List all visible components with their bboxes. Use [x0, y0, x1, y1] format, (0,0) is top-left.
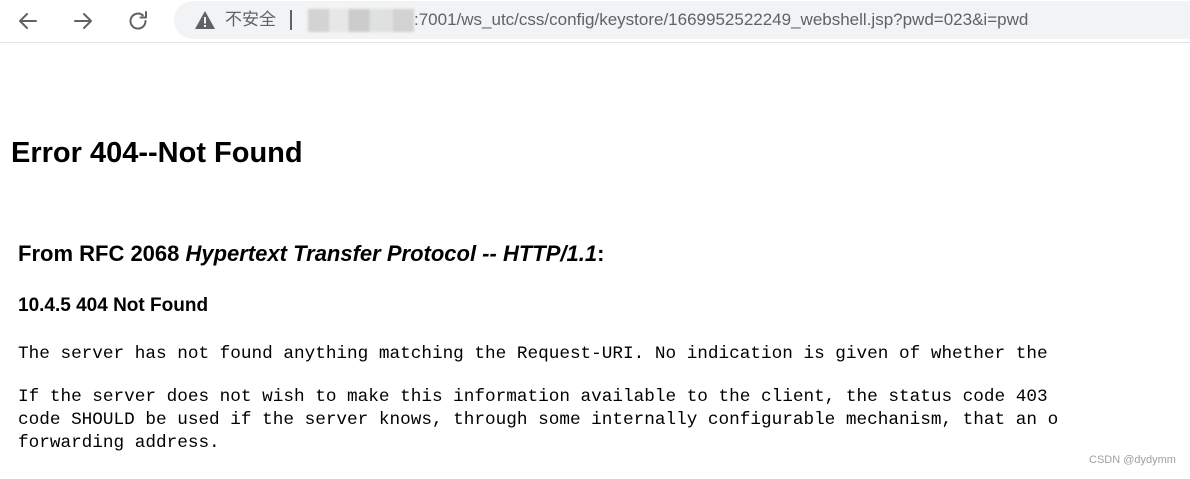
security-status-label[interactable]: 不安全 [225, 10, 276, 30]
section-heading: 10.4.5 404 Not Found [18, 295, 209, 316]
reload-button[interactable] [122, 5, 154, 37]
page-title: Error 404--Not Found [11, 137, 303, 169]
watermark: CSDN @dydymm [1089, 454, 1176, 466]
arrow-right-icon [71, 9, 95, 33]
page-content: Error 404--Not Found From RFC 2068 Hyper… [0, 43, 1190, 479]
rfc-heading-title: Hypertext Transfer Protocol -- HTTP/1.1 [185, 241, 598, 266]
forward-button[interactable] [67, 5, 99, 37]
rfc-heading-suffix: : [597, 241, 605, 266]
browser-toolbar: 不安全 :7001/ws_utc/css/config/keystore/166… [0, 0, 1190, 43]
paragraph-1: The server has not found anything matchi… [18, 344, 1048, 364]
arrow-left-icon [16, 9, 40, 33]
paragraph-2-line-1: If the server does not wish to make this… [18, 387, 1048, 407]
paragraph-2-line-2: code SHOULD be used if the server knows,… [18, 410, 1059, 430]
warning-triangle-icon[interactable] [194, 10, 216, 30]
rfc-heading: From RFC 2068 Hypertext Transfer Protoco… [18, 241, 604, 267]
rfc-heading-prefix: From RFC 2068 [18, 241, 186, 266]
reload-icon [126, 9, 150, 33]
redacted-host [308, 9, 414, 32]
paragraph-2-line-3: forwarding address. [18, 433, 220, 453]
divider [290, 10, 292, 30]
url-text[interactable]: :7001/ws_utc/css/config/keystore/1669952… [414, 10, 1028, 30]
back-button[interactable] [12, 5, 44, 37]
address-bar[interactable]: 不安全 :7001/ws_utc/css/config/keystore/166… [174, 1, 1190, 39]
